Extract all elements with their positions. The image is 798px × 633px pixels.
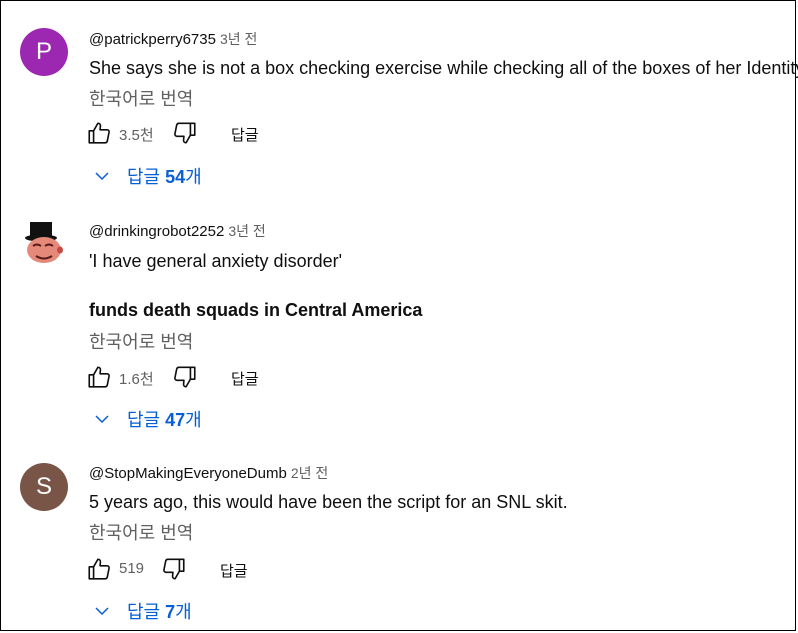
translate-link[interactable]: 한국어로 번역 xyxy=(89,519,193,545)
replies-label: 답글 54개 xyxy=(127,167,202,187)
comment-text: 5 years ago, this would have been the sc… xyxy=(89,492,568,512)
comment-time[interactable]: 2년 전 xyxy=(291,465,328,481)
reply-button[interactable]: 답글 xyxy=(231,368,259,389)
tophat-character-icon[interactable] xyxy=(18,218,66,266)
thumbs-down-icon[interactable] xyxy=(161,556,187,582)
thumbs-down-icon[interactable] xyxy=(172,120,198,146)
like-count: 3.5천 xyxy=(119,127,154,144)
chevron-down-icon xyxy=(95,607,109,616)
view-replies-button[interactable]: 답글 47개 xyxy=(93,406,202,432)
comment-time[interactable]: 3년 전 xyxy=(228,223,265,239)
thumbs-up-icon[interactable] xyxy=(86,556,112,582)
comment-text: She says she is not a box checking exerc… xyxy=(89,58,798,78)
reply-button[interactable]: 답글 xyxy=(220,560,248,581)
avatar[interactable]: S xyxy=(20,463,68,511)
replies-label: 답글 7개 xyxy=(127,602,192,622)
replies-label: 답글 47개 xyxy=(127,410,202,430)
author-name[interactable]: @StopMakingEveryoneDumb xyxy=(89,465,287,482)
comment-header: @patrickperry6735 3년 전 xyxy=(89,29,257,49)
reply-button[interactable]: 답글 xyxy=(231,124,259,145)
thumbs-up-icon[interactable] xyxy=(86,364,112,390)
translate-link[interactable]: 한국어로 번역 xyxy=(89,328,193,354)
author-name[interactable]: @patrickperry6735 xyxy=(89,31,216,48)
chevron-down-icon xyxy=(95,172,109,181)
thumbs-up-icon[interactable] xyxy=(86,120,112,146)
like-count: 1.6천 xyxy=(119,371,154,388)
view-replies-button[interactable]: 답글 54개 xyxy=(93,163,202,189)
translate-link[interactable]: 한국어로 번역 xyxy=(89,85,193,111)
chevron-down-icon xyxy=(95,415,109,424)
comment-text: funds death squads in Central America xyxy=(89,300,423,320)
view-replies-button[interactable]: 답글 7개 xyxy=(93,598,192,624)
like-count: 519 xyxy=(119,560,145,577)
comment-header: @StopMakingEveryoneDumb 2년 전 xyxy=(89,463,328,483)
thumbs-down-icon[interactable] xyxy=(172,364,198,390)
comment-text: 'I have general anxiety disorder' xyxy=(89,251,343,271)
author-name[interactable]: @drinkingrobot2252 xyxy=(89,223,224,240)
comment-time[interactable]: 3년 전 xyxy=(220,31,257,47)
comment-header: @drinkingrobot2252 3년 전 xyxy=(89,221,266,241)
avatar[interactable]: P xyxy=(20,28,68,76)
